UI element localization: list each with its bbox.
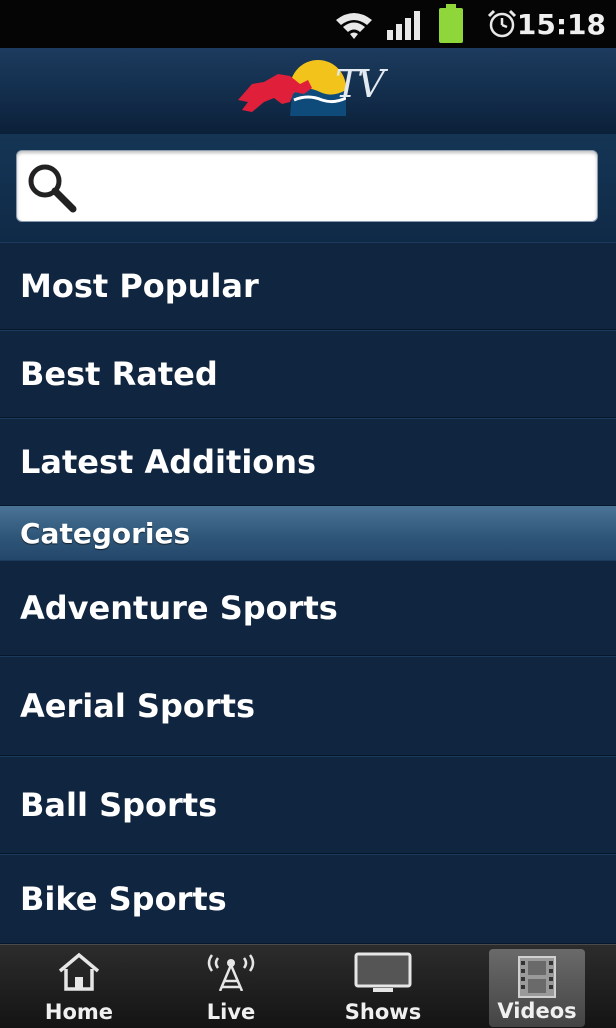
- category-item-label: Aerial Sports: [20, 687, 255, 725]
- tv-screen-icon: [354, 952, 412, 992]
- menu-item-most-popular[interactable]: Most Popular: [0, 242, 616, 330]
- home-icon: [58, 952, 100, 991]
- tab-live[interactable]: Live: [154, 945, 308, 1028]
- status-clock: 15:18: [516, 8, 606, 41]
- search-area: [0, 134, 616, 242]
- categories-header-label: Categories: [20, 516, 191, 550]
- menu-item-label: Best Rated: [20, 355, 218, 393]
- category-item-adventure-sports[interactable]: Adventure Sports: [0, 560, 616, 656]
- bottom-tab-bar: Home Live Shows Videos: [0, 944, 616, 1028]
- battery-icon: [439, 4, 463, 43]
- app-header: TV: [0, 48, 616, 135]
- tab-home-label: Home: [44, 1000, 114, 1024]
- wifi-icon: [336, 13, 372, 39]
- menu-item-label: Most Popular: [20, 267, 259, 305]
- tab-videos[interactable]: Videos: [489, 949, 585, 1027]
- alarm-icon: [487, 9, 517, 38]
- film-strip-icon: [518, 956, 556, 998]
- tab-videos-label: Videos: [497, 999, 577, 1023]
- category-item-label: Bike Sports: [20, 880, 227, 918]
- search-input[interactable]: [91, 161, 585, 213]
- tab-shows-label: Shows: [344, 1000, 422, 1024]
- tab-shows[interactable]: Shows: [306, 945, 460, 1028]
- category-item-ball-sports[interactable]: Ball Sports: [0, 756, 616, 854]
- red-bull-logo-icon: [238, 60, 346, 116]
- category-item-label: Ball Sports: [20, 786, 218, 824]
- status-bar: 15:18: [0, 0, 616, 48]
- search-icon[interactable]: [23, 159, 83, 215]
- tab-live-label: Live: [206, 1000, 256, 1024]
- logo-tv-text: TV: [335, 62, 385, 106]
- menu-item-best-rated[interactable]: Best Rated: [0, 330, 616, 418]
- category-item-label: Adventure Sports: [20, 589, 338, 627]
- categories-section-header: Categories: [0, 506, 616, 560]
- search-box[interactable]: [16, 150, 598, 222]
- menu-item-latest-additions[interactable]: Latest Additions: [0, 418, 616, 506]
- category-item-aerial-sports[interactable]: Aerial Sports: [0, 656, 616, 756]
- broadcast-tower-icon: [207, 954, 255, 991]
- category-item-bike-sports[interactable]: Bike Sports: [0, 854, 616, 944]
- signal-icon: [387, 11, 420, 40]
- tab-home[interactable]: Home: [2, 945, 156, 1028]
- menu-item-label: Latest Additions: [20, 443, 317, 481]
